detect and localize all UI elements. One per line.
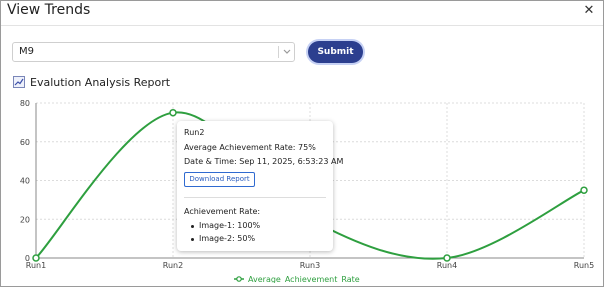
tooltip-image-2: Image-2: 50% — [199, 234, 256, 243]
line-chart-icon — [13, 76, 25, 88]
view-trends-dialog: View Trends ✕ M9 Submit Evalution Analys… — [0, 0, 604, 287]
y-axis-tick-labels: 020406080 — [20, 99, 30, 263]
model-select-value: M9 — [19, 46, 34, 57]
report-title: Evalution Analysis Report — [30, 76, 171, 89]
legend-marker — [236, 276, 242, 282]
data-point — [32, 254, 40, 262]
data-point — [443, 254, 451, 262]
tooltip-avg-rate: Average Achievement Rate: 75% — [184, 143, 316, 152]
tooltip-datetime: Date & Time: Sep 11, 2025, 6:53:23 AM — [184, 157, 344, 166]
x-tick-label: Run4 — [437, 261, 457, 270]
data-point — [580, 186, 588, 194]
tooltip-section-label: Achievement Rate: — [184, 207, 261, 216]
tooltip-title: Run2 — [184, 128, 205, 137]
y-tick-label: 60 — [20, 138, 30, 147]
dialog-title: View Trends — [7, 2, 91, 18]
y-tick-label: 40 — [20, 177, 30, 186]
submit-button[interactable]: Submit — [308, 41, 363, 63]
title-divider — [1, 25, 603, 26]
select-divider — [278, 46, 279, 58]
chevron-down-icon[interactable] — [282, 45, 292, 59]
x-tick-label: Run1 — [26, 261, 46, 270]
y-tick-label: 20 — [20, 215, 30, 224]
x-axis-tick-labels: Run1 Run2 Run3 Run4 Run5 — [26, 261, 594, 270]
bullet-icon — [191, 225, 194, 228]
data-point-tooltip: Run2 Average Achievement Rate: 75% Date … — [177, 121, 343, 251]
tooltip-divider — [184, 197, 326, 198]
close-icon[interactable]: ✕ — [581, 3, 597, 19]
x-tick-label: Run2 — [163, 261, 183, 270]
tooltip-image-1: Image-1: 100% — [199, 221, 261, 230]
x-tick-label: Run3 — [300, 261, 320, 270]
model-select[interactable]: M9 — [12, 42, 295, 62]
data-point — [169, 108, 177, 117]
y-tick-label: 80 — [20, 99, 30, 108]
chart-legend: Average_Achievement_Rate — [234, 275, 360, 283]
x-tick-label: Run5 — [574, 261, 594, 270]
legend-label: Average_Achievement_Rate — [248, 275, 360, 283]
bullet-icon — [191, 238, 194, 241]
download-report-button[interactable]: Download Report — [184, 172, 255, 187]
